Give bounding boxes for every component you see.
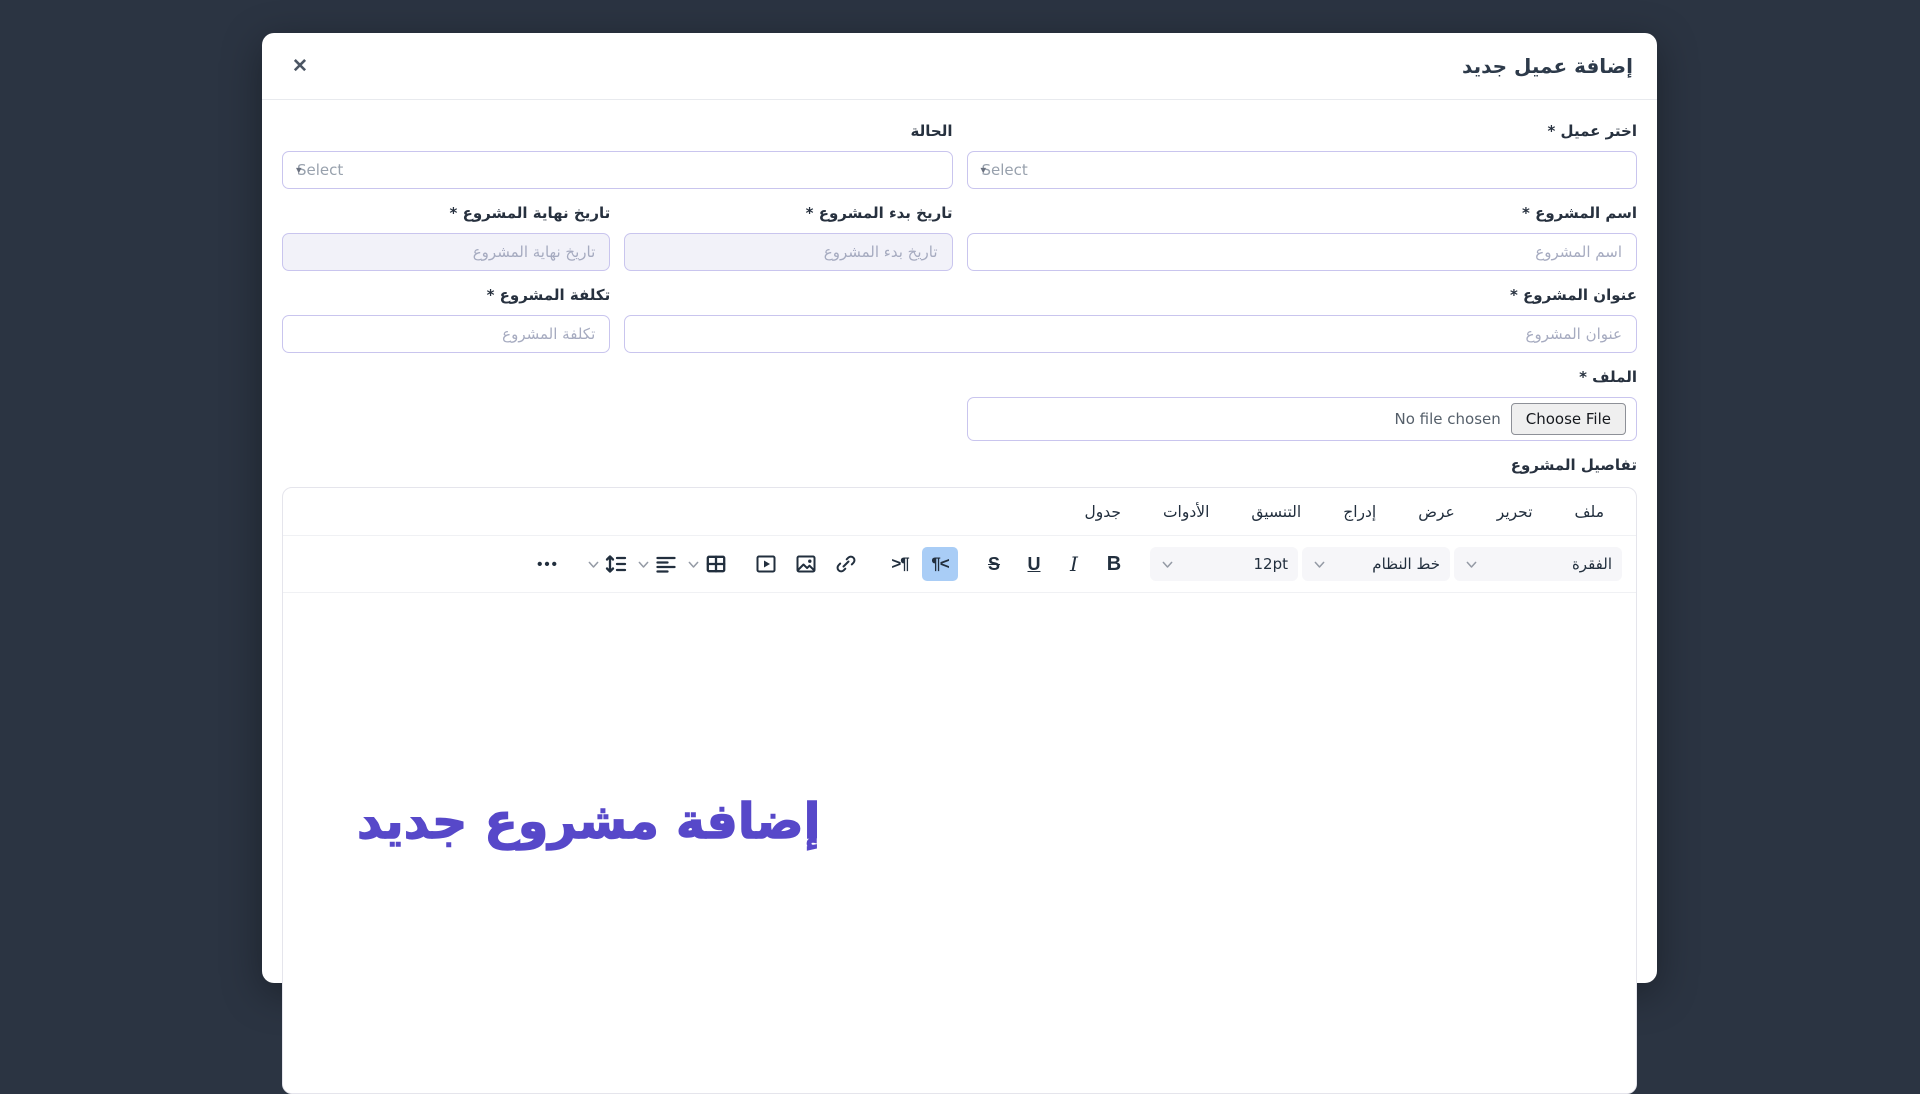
editor-content-heading: إضافة مشروع جديد <box>357 793 820 850</box>
modal-title: إضافة عميل جديد <box>1462 54 1633 78</box>
project-title-label: عنوان المشروع * <box>624 282 1637 308</box>
field-details: تفاصيل المشروع ملف تحرير عرض إدراج التنس… <box>282 452 1637 1094</box>
menu-table[interactable]: جدول <box>1078 502 1126 522</box>
toolbar-dropdown-group: الفقرة خط النظام 12pt <box>1150 547 1622 581</box>
align-left-icon <box>654 552 678 576</box>
status-label: الحالة <box>282 118 953 144</box>
italic-button[interactable]: I <box>1056 547 1092 581</box>
chevron-down-icon: ▾ <box>296 164 302 177</box>
menu-file[interactable]: ملف <box>1569 502 1610 522</box>
chevron-down-icon: ▾ <box>981 164 987 177</box>
field-file: الملف * No file chosen Choose File <box>967 364 1638 441</box>
end-date-input[interactable] <box>282 233 610 271</box>
field-status: الحالة Select ▾ <box>282 118 953 189</box>
bold-button[interactable]: B <box>1096 547 1132 581</box>
start-date-label: تاريخ بدء المشروع * <box>624 200 952 226</box>
ellipsis-icon: ••• <box>537 556 559 573</box>
close-icon[interactable]: ✕ <box>286 53 314 80</box>
link-button[interactable] <box>828 547 864 581</box>
project-name-label: اسم المشروع * <box>967 200 1638 226</box>
menu-view[interactable]: عرض <box>1412 502 1461 522</box>
menu-insert[interactable]: إدراج <box>1337 502 1382 522</box>
font-family-dropdown[interactable]: خط النظام <box>1302 547 1450 581</box>
project-cost-input[interactable] <box>282 315 610 353</box>
toolbar-format-group: B I U S <box>976 547 1132 581</box>
details-label: تفاصيل المشروع <box>282 452 1637 478</box>
client-select[interactable]: Select ▾ <box>967 151 1638 189</box>
line-height-icon <box>604 552 628 576</box>
more-button[interactable]: ••• <box>530 547 566 581</box>
chevron-down-icon <box>1160 557 1175 572</box>
file-input[interactable]: No file chosen Choose File <box>967 397 1638 441</box>
status-select[interactable]: Select ▾ <box>282 151 953 189</box>
toolbar-direction-group: ¶< >¶ <box>882 547 958 581</box>
chevron-down-icon <box>686 557 701 572</box>
paragraph-style-dropdown[interactable]: الفقرة <box>1454 547 1622 581</box>
rtl-direction-button[interactable]: ¶< <box>922 547 958 581</box>
table-icon <box>704 552 728 576</box>
field-start-date: تاريخ بدء المشروع * <box>624 200 952 271</box>
table-dropdown-button[interactable] <box>684 552 730 576</box>
underline-button[interactable]: U <box>1016 547 1052 581</box>
spacer <box>282 364 953 441</box>
project-form: اختر عميل * Select ▾ الحالة Select ▾ اسم… <box>262 100 1657 1094</box>
client-label: اختر عميل * <box>967 118 1638 144</box>
project-name-input[interactable] <box>967 233 1638 271</box>
field-client: اختر عميل * Select ▾ <box>967 118 1638 189</box>
rich-text-editor: ملف تحرير عرض إدراج التنسيق الأدوات جدول… <box>282 487 1637 1094</box>
menu-format[interactable]: التنسيق <box>1245 502 1307 522</box>
screen: { "modal": { "title": "إضافة عميل جديد",… <box>0 0 1920 911</box>
paragraph-style-value: الفقرة <box>1572 555 1612 573</box>
align-dropdown-button[interactable] <box>634 552 680 576</box>
project-title-input[interactable] <box>624 315 1637 353</box>
font-family-value: خط النظام <box>1372 555 1440 573</box>
editor-content-area[interactable]: إضافة مشروع جديد <box>283 592 1636 1093</box>
strikethrough-button[interactable]: S <box>976 547 1012 581</box>
editor-menubar: ملف تحرير عرض إدراج التنسيق الأدوات جدول <box>283 488 1636 535</box>
choose-file-button[interactable]: Choose File <box>1511 403 1626 435</box>
font-size-dropdown[interactable]: 12pt <box>1150 547 1298 581</box>
image-button[interactable] <box>788 547 824 581</box>
chevron-down-icon <box>1312 557 1327 572</box>
toolbar-more-group: ••• <box>530 547 566 581</box>
end-date-label: تاريخ نهاية المشروع * <box>282 200 610 226</box>
ltr-direction-button[interactable]: >¶ <box>882 547 918 581</box>
underline-icon: U <box>1028 554 1041 575</box>
chevron-down-icon <box>586 557 601 572</box>
media-button[interactable] <box>748 547 784 581</box>
field-project-cost: تكلفة المشروع * <box>282 282 610 353</box>
modal-header: إضافة عميل جديد ✕ <box>262 33 1657 100</box>
file-label: الملف * <box>967 364 1638 390</box>
field-project-name: اسم المشروع * <box>967 200 1638 271</box>
editor-toolbar: الفقرة خط النظام 12pt B <box>283 535 1636 592</box>
status-select-value: Select <box>297 161 343 179</box>
font-size-value: 12pt <box>1254 555 1289 573</box>
field-end-date: تاريخ نهاية المشروع * <box>282 200 610 271</box>
strikethrough-icon: S <box>988 554 1000 575</box>
menu-tools[interactable]: الأدوات <box>1157 502 1215 522</box>
chevron-down-icon <box>636 557 651 572</box>
project-cost-label: تكلفة المشروع * <box>282 282 610 308</box>
ltr-icon: >¶ <box>891 554 908 574</box>
bold-icon: B <box>1107 553 1121 576</box>
rtl-icon: ¶< <box>931 554 948 574</box>
link-icon <box>834 552 858 576</box>
menu-edit[interactable]: تحرير <box>1491 502 1539 522</box>
client-select-value: Select <box>982 161 1028 179</box>
toolbar-layout-group <box>584 552 730 576</box>
italic-icon: I <box>1070 552 1078 576</box>
file-status-text: No file chosen <box>1394 410 1500 428</box>
image-icon <box>794 552 818 576</box>
toolbar-insert-group <box>748 547 864 581</box>
start-date-input[interactable] <box>624 233 952 271</box>
media-icon <box>754 552 778 576</box>
field-project-title: عنوان المشروع * <box>624 282 1637 353</box>
line-height-dropdown-button[interactable] <box>584 552 630 576</box>
chevron-down-icon <box>1464 557 1479 572</box>
add-client-modal: إضافة عميل جديد ✕ اختر عميل * Select ▾ ا… <box>262 33 1657 983</box>
